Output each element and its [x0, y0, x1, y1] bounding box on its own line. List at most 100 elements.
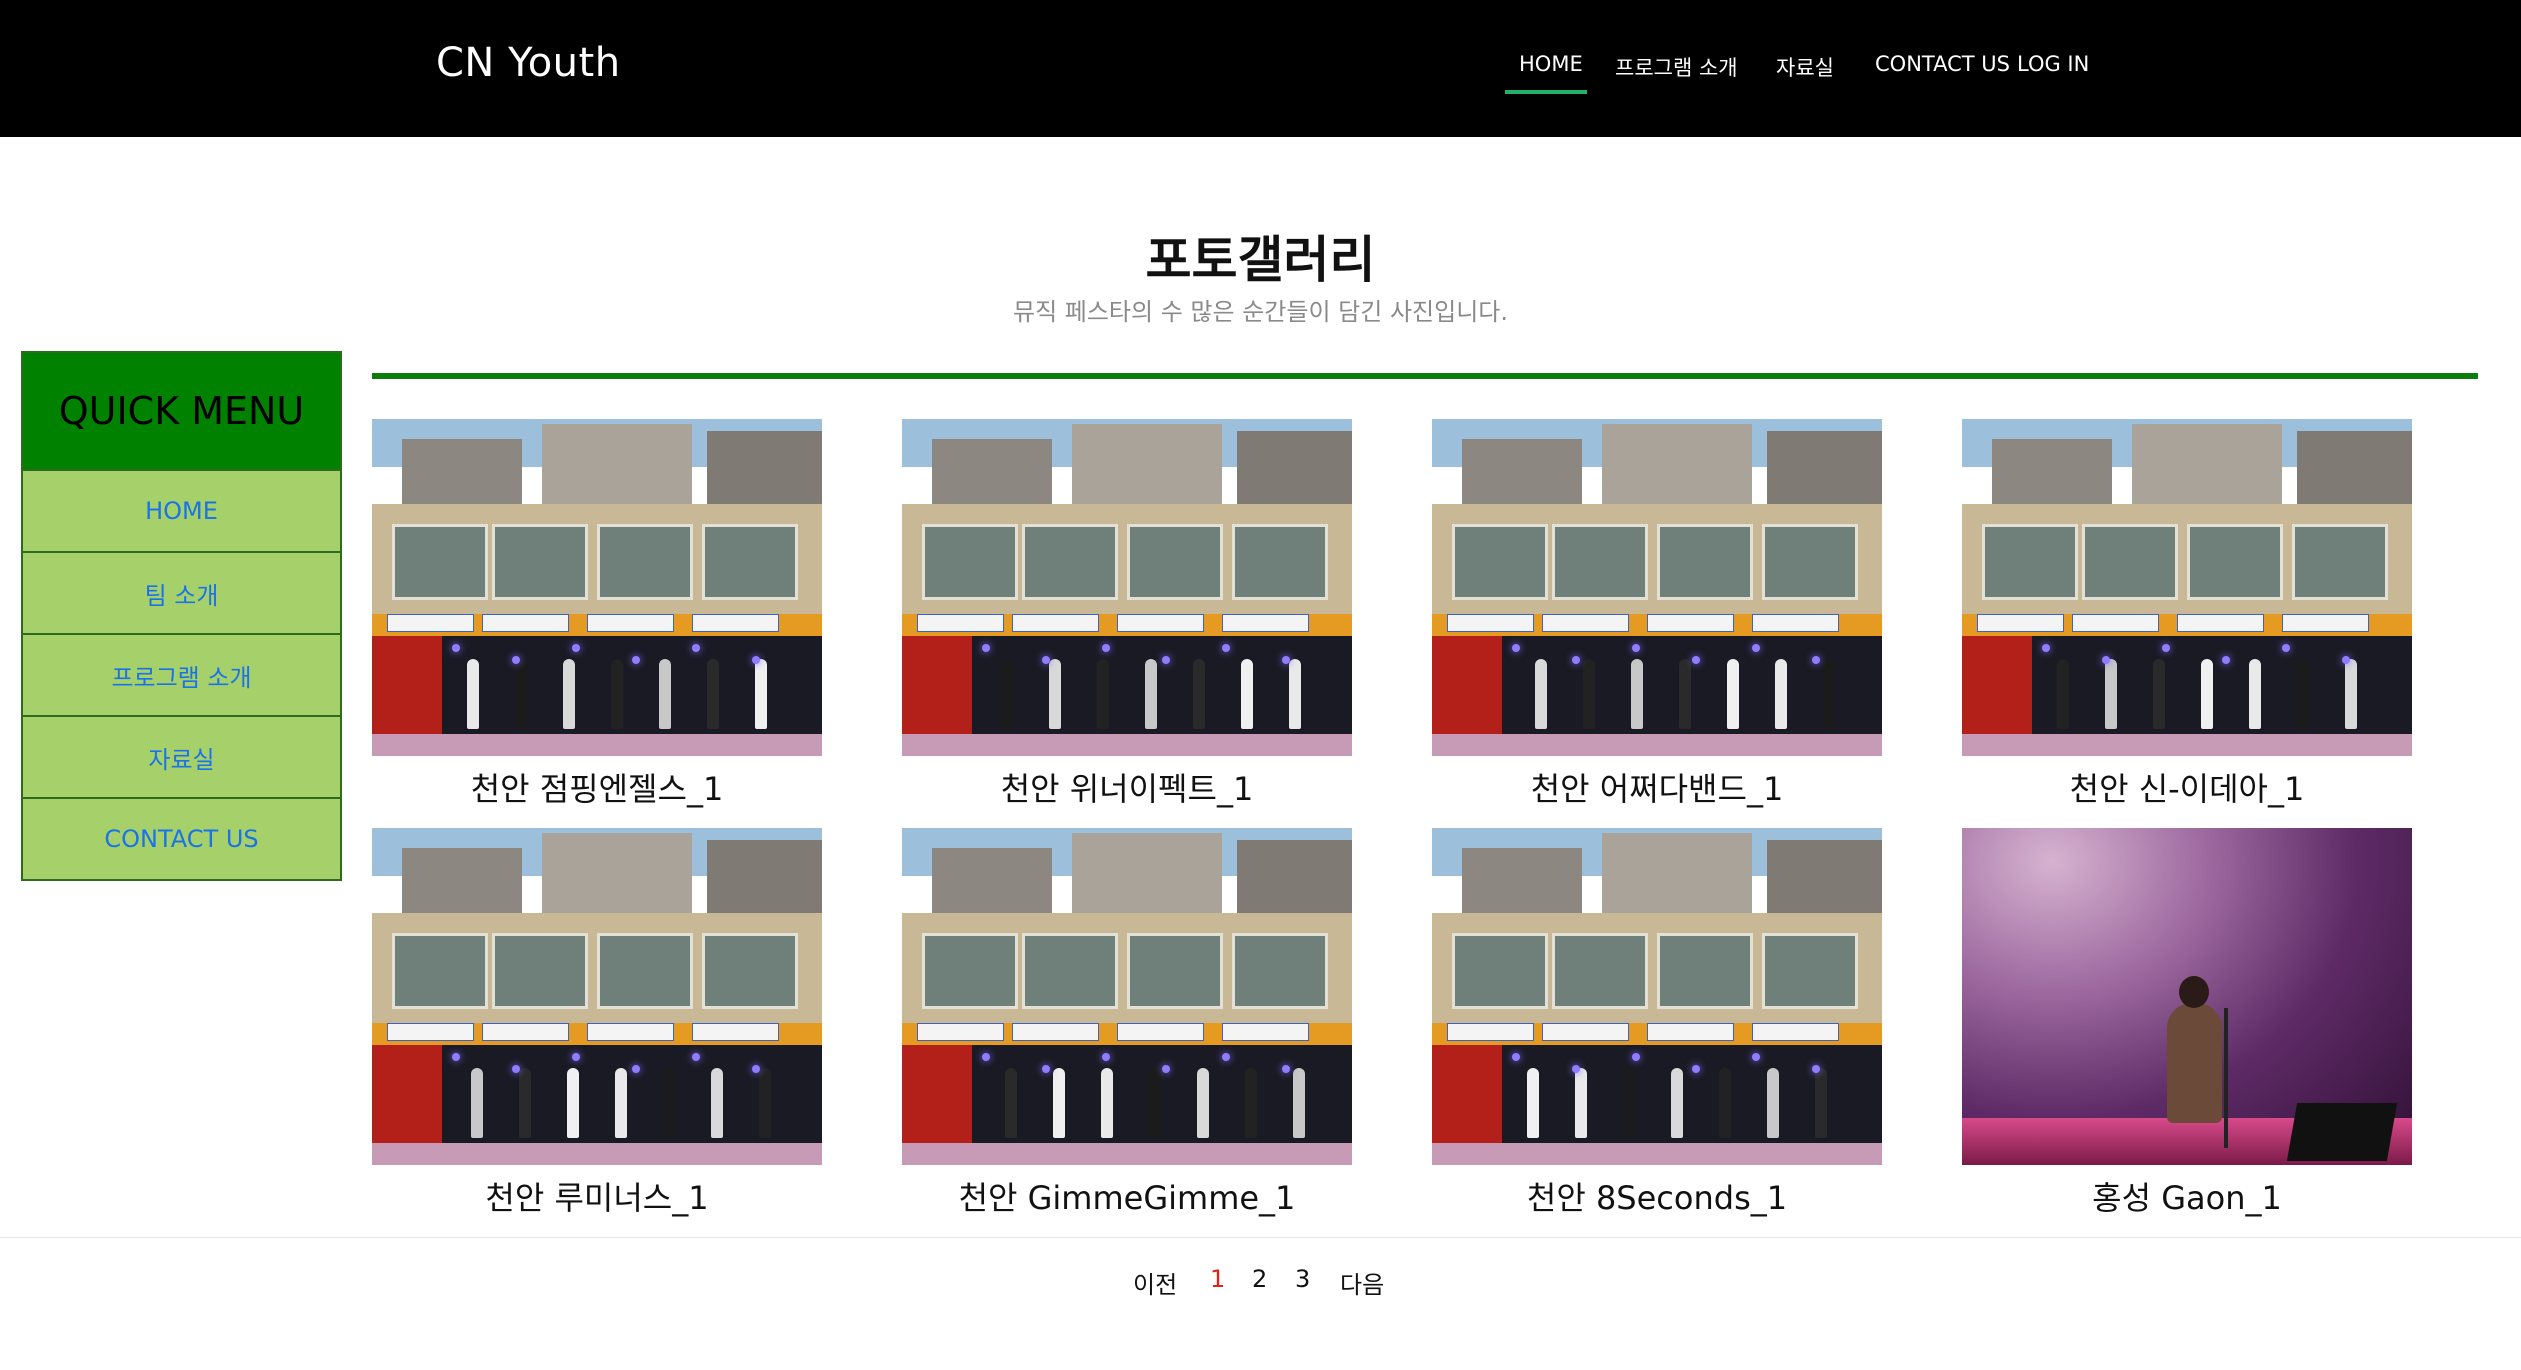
stage-photo[interactable] [902, 419, 1352, 756]
gallery-item[interactable]: 천안 8Seconds_1 [1432, 828, 1882, 1217]
nav-program[interactable]: 프로그램 소개 [1615, 52, 1738, 82]
pagination-prev[interactable]: 이전 [1133, 1265, 1177, 1300]
stage-photo[interactable] [372, 419, 822, 756]
stage-light [1692, 656, 1700, 664]
performer-figure [2201, 659, 2213, 729]
stage-banner [1542, 614, 1629, 632]
stage-light [1752, 1053, 1760, 1061]
photo-building [932, 439, 1052, 509]
gallery-caption[interactable]: 천안 어쩌다밴드_1 [1392, 764, 1922, 810]
stage-window [702, 933, 798, 1009]
stage-window [2082, 524, 2178, 600]
stage-light [1692, 1065, 1700, 1073]
stage-photo[interactable] [902, 828, 1352, 1165]
nav-archive[interactable]: 자료실 [1776, 52, 1834, 82]
performer-figure [1583, 659, 1595, 729]
stage-light [692, 644, 700, 652]
stage-curtain [372, 636, 442, 736]
stage-light [2222, 656, 2230, 664]
quick-menu-team[interactable]: 팀 소개 [23, 553, 340, 635]
quick-menu-home[interactable]: HOME [23, 471, 340, 553]
stage-floor [372, 734, 822, 756]
nav-login[interactable]: LOG IN [2017, 52, 2089, 76]
performer-figure [711, 1068, 723, 1138]
stage-banner [1647, 1023, 1734, 1041]
stage-banner [1447, 1023, 1534, 1041]
performer-figure [1727, 659, 1739, 729]
stage-photo[interactable] [1432, 419, 1882, 756]
singer-figure [2167, 1003, 2222, 1123]
performer-figure [1101, 1068, 1113, 1138]
gallery-caption[interactable]: 천안 위너이펙트_1 [862, 764, 1392, 810]
stage-window [922, 933, 1018, 1009]
gallery-item[interactable]: 천안 위너이펙트_1 [902, 419, 1352, 808]
photo-building [1072, 424, 1222, 509]
gallery-caption[interactable]: 천안 8Seconds_1 [1392, 1173, 1922, 1219]
stage-light [1512, 1053, 1520, 1061]
stage-window [1657, 524, 1753, 600]
stage-window [1127, 524, 1223, 600]
gallery-caption[interactable]: 천안 신-이데아_1 [1922, 764, 2452, 810]
performer-figure [1575, 1068, 1587, 1138]
gallery-caption[interactable]: 천안 점핑엔젤스_1 [332, 764, 862, 810]
stage-light [1222, 1053, 1230, 1061]
stage-floor [1962, 734, 2412, 756]
stage-light [1632, 1053, 1640, 1061]
nav-home[interactable]: HOME [1519, 52, 1583, 76]
performer-figure [1241, 659, 1253, 729]
performer-figure [1535, 659, 1547, 729]
stage-curtain [902, 636, 972, 736]
performer-figure [1005, 1068, 1017, 1138]
stage-floor [1432, 734, 1882, 756]
stage-monitor [2286, 1103, 2398, 1161]
stage-banner [1542, 1023, 1629, 1041]
stage-banner [692, 1023, 779, 1041]
stage-banner [1752, 614, 1839, 632]
pagination-page-2[interactable]: 2 [1252, 1265, 1267, 1293]
pagination-page-3[interactable]: 3 [1295, 1265, 1310, 1293]
gallery-item[interactable]: 홍성 Gaon_1 [1962, 828, 2412, 1217]
concert-photo[interactable] [1962, 828, 2412, 1165]
stage-photo[interactable] [1962, 419, 2412, 756]
stage-light [512, 1065, 520, 1073]
stage-window [1452, 933, 1548, 1009]
stage-light [452, 644, 460, 652]
gallery-item[interactable]: 천안 루미너스_1 [372, 828, 822, 1217]
photo-building [1072, 833, 1222, 918]
stage-banner [1752, 1023, 1839, 1041]
pagination-next[interactable]: 다음 [1340, 1265, 1384, 1300]
gallery-item[interactable]: 천안 신-이데아_1 [1962, 419, 2412, 808]
stage-light [1512, 644, 1520, 652]
stage-photo[interactable] [372, 828, 822, 1165]
stage-light [1572, 1065, 1580, 1073]
pagination-page-1[interactable]: 1 [1210, 1265, 1225, 1293]
stage-photo[interactable] [1432, 828, 1882, 1165]
stage-window [922, 524, 1018, 600]
stage-light [512, 656, 520, 664]
stage-light [1282, 1065, 1290, 1073]
stage-light [1282, 656, 1290, 664]
stage-banner [1117, 614, 1204, 632]
stage-window [1022, 524, 1118, 600]
stage-window [392, 524, 488, 600]
performer-figure [2249, 659, 2261, 729]
nav-contact[interactable]: CONTACT US [1875, 52, 2010, 76]
stage-banner [2177, 614, 2264, 632]
stage-light [752, 656, 760, 664]
gallery-caption[interactable]: 천안 GimmeGimme_1 [862, 1173, 1392, 1219]
gallery-item[interactable]: 천안 GimmeGimme_1 [902, 828, 1352, 1217]
stage-banner [2072, 614, 2159, 632]
stage-floor [902, 1143, 1352, 1165]
gallery-caption[interactable]: 천안 루미너스_1 [332, 1173, 862, 1219]
stage-light [2042, 644, 2050, 652]
quick-menu-program[interactable]: 프로그램 소개 [23, 635, 340, 717]
gallery-item[interactable]: 천안 점핑엔젤스_1 [372, 419, 822, 808]
quick-menu-contact[interactable]: CONTACT US [23, 799, 340, 879]
stage-window [597, 933, 693, 1009]
stage-window [1022, 933, 1118, 1009]
stage-curtain [1962, 636, 2032, 736]
gallery-item[interactable]: 천안 어쩌다밴드_1 [1432, 419, 1882, 808]
stage-window [1657, 933, 1753, 1009]
gallery-caption[interactable]: 홍성 Gaon_1 [1922, 1173, 2452, 1219]
quick-menu-archive[interactable]: 자료실 [23, 717, 340, 799]
